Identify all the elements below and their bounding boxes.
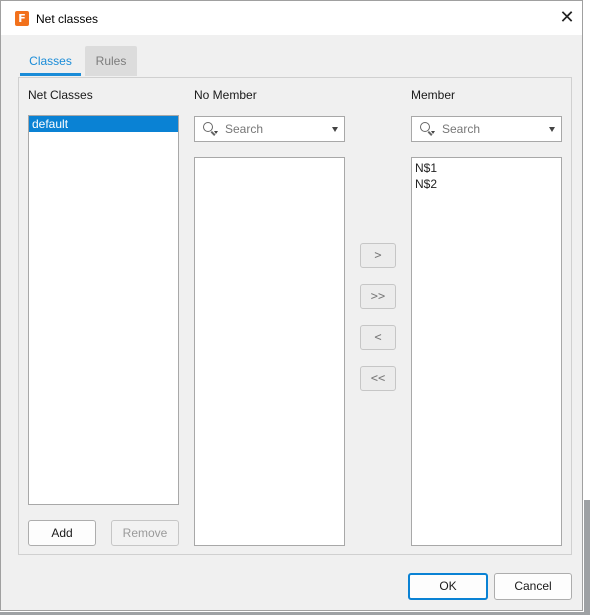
- net-classes-list[interactable]: default: [28, 115, 179, 505]
- list-item-member[interactable]: N$1: [412, 160, 561, 176]
- tab-rules[interactable]: Rules: [85, 46, 137, 76]
- search-icon: [203, 122, 213, 132]
- add-button[interactable]: Add: [28, 520, 96, 546]
- no-member-label: No Member: [194, 88, 257, 102]
- search-placeholder: Search: [225, 122, 264, 136]
- search-icon: [420, 122, 430, 132]
- search-placeholder: Search: [442, 122, 481, 136]
- chevron-down-icon[interactable]: [332, 127, 338, 132]
- net-classes-dialog: F Net classes ✕ Classes Rules Net Classe…: [0, 0, 583, 611]
- move-all-to-member-button[interactable]: >>: [360, 284, 396, 309]
- title-bar: F Net classes ✕: [1, 1, 582, 35]
- chevron-down-icon[interactable]: [549, 127, 555, 132]
- tab-classes[interactable]: Classes: [20, 46, 81, 76]
- list-item-default[interactable]: default: [29, 116, 178, 132]
- member-search-input[interactable]: Search: [411, 116, 562, 142]
- cancel-button[interactable]: Cancel: [494, 573, 572, 600]
- search-options-caret-icon: [214, 131, 218, 134]
- ok-button[interactable]: OK: [408, 573, 488, 600]
- no-member-search-input[interactable]: Search: [194, 116, 345, 142]
- close-icon[interactable]: ✕: [554, 6, 580, 30]
- window-title: Net classes: [36, 12, 99, 26]
- net-classes-label: Net Classes: [28, 88, 93, 102]
- move-all-to-no-member-button[interactable]: <<: [360, 366, 396, 391]
- list-item-member[interactable]: N$2: [412, 176, 561, 192]
- remove-button[interactable]: Remove: [111, 520, 179, 546]
- move-selected-to-member-button[interactable]: >: [360, 243, 396, 268]
- member-list[interactable]: N$1 N$2: [411, 157, 562, 546]
- member-label: Member: [411, 88, 456, 102]
- background-window-edge: [584, 500, 590, 615]
- search-options-caret-icon: [431, 131, 435, 134]
- no-member-list[interactable]: [194, 157, 345, 546]
- app-logo-icon: F: [15, 11, 29, 26]
- move-selected-to-no-member-button[interactable]: <: [360, 325, 396, 350]
